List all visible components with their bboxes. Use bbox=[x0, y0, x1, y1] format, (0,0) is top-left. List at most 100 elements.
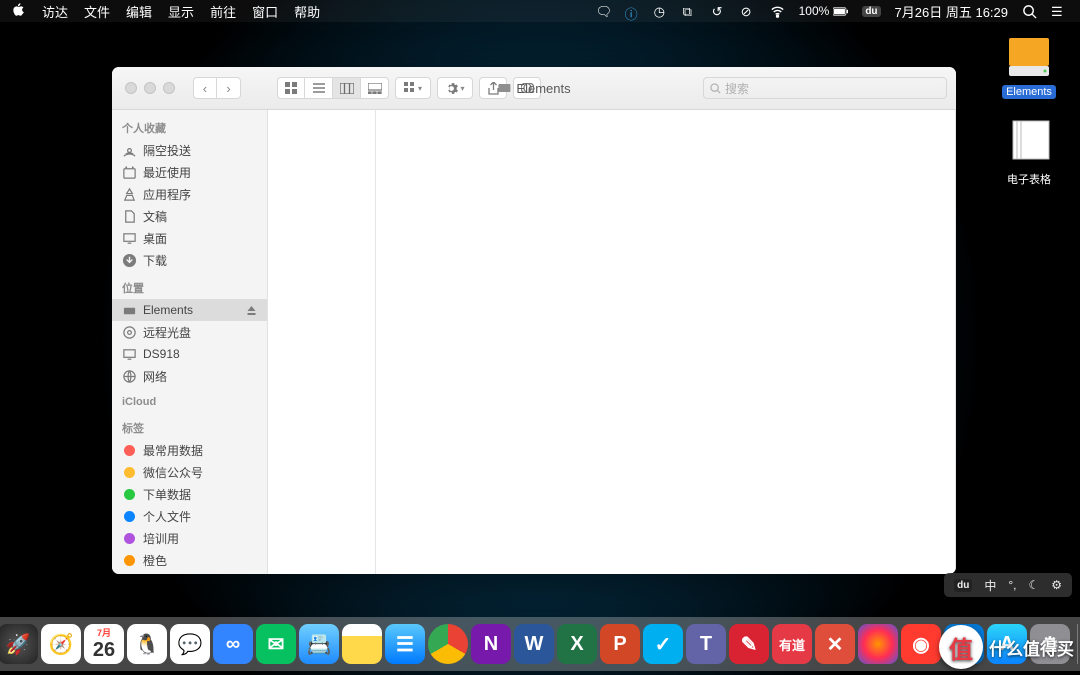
sidebar-documents[interactable]: 文稿 bbox=[112, 205, 267, 227]
eject-icon[interactable] bbox=[246, 305, 257, 316]
sidebar-remote-disc[interactable]: 远程光盘 bbox=[112, 321, 267, 343]
maximize-button[interactable] bbox=[163, 82, 175, 94]
menu-edit[interactable]: 编辑 bbox=[126, 2, 152, 21]
menu-help[interactable]: 帮助 bbox=[294, 2, 320, 21]
battery-indicator[interactable]: 100% bbox=[799, 4, 849, 19]
sidebar-tag-green[interactable]: 下单数据 bbox=[112, 483, 267, 505]
view-icon-button[interactable] bbox=[277, 77, 305, 99]
sidebar-header-favorites: 个人收藏 bbox=[112, 117, 267, 139]
dock-app1[interactable]: ✎ bbox=[729, 624, 769, 664]
dock-todo[interactable]: ✓ bbox=[643, 624, 683, 664]
info-icon[interactable]: ⓘ bbox=[625, 4, 640, 19]
view-gallery-button[interactable] bbox=[361, 77, 389, 99]
finder-titlebar: ‹ › ▾ ▾ Elements 搜索 bbox=[112, 67, 956, 110]
sidebar-network[interactable]: 网络 bbox=[112, 365, 267, 387]
search-field[interactable]: 搜索 bbox=[703, 77, 947, 99]
menu-file[interactable]: 文件 bbox=[84, 2, 110, 21]
wechat-status-icon[interactable]: 🗨 bbox=[596, 4, 611, 19]
sidebar-tag-blue[interactable]: 个人文件 bbox=[112, 505, 267, 527]
action-button[interactable]: ▾ bbox=[437, 77, 473, 99]
sidebar-recents[interactable]: 最近使用 bbox=[112, 161, 267, 183]
search-placeholder: 搜索 bbox=[725, 80, 749, 97]
watermark-badge: 值 bbox=[939, 625, 983, 669]
dock-xmind[interactable]: ✕ bbox=[815, 624, 855, 664]
dock-notes[interactable] bbox=[342, 624, 382, 664]
apple-menu-icon[interactable] bbox=[12, 3, 26, 20]
sidebar-tag-gray[interactable]: 灰色 bbox=[112, 571, 267, 574]
clock-icon[interactable]: ◷ bbox=[654, 4, 669, 19]
ime-lang[interactable]: 中 bbox=[984, 577, 996, 594]
datetime[interactable]: 7月26日 周五 16:29 bbox=[895, 2, 1008, 21]
nav-forward-button[interactable]: › bbox=[217, 77, 241, 99]
desktop-drive-label: Elements bbox=[1002, 85, 1056, 99]
sidebar-airdrop[interactable]: 隔空投送 bbox=[112, 139, 267, 161]
sidebar-header-icloud: iCloud bbox=[112, 393, 267, 411]
du-input-icon[interactable]: du bbox=[862, 6, 880, 17]
dock-onenote[interactable]: N bbox=[471, 624, 511, 664]
bluetooth-icon[interactable]: ⊘ bbox=[741, 4, 756, 19]
sidebar-header-locations: 位置 bbox=[112, 277, 267, 299]
timemachine-icon[interactable]: ↺ bbox=[712, 4, 727, 19]
close-button[interactable] bbox=[125, 82, 137, 94]
arrange-button[interactable]: ▾ bbox=[395, 77, 431, 99]
dock-photos[interactable] bbox=[858, 624, 898, 664]
dock-teams[interactable]: T bbox=[686, 624, 726, 664]
sidebar-ds918[interactable]: DS918 bbox=[112, 343, 267, 365]
traffic-lights bbox=[112, 82, 188, 94]
nav-back-button[interactable]: ‹ bbox=[193, 77, 217, 99]
dock-launchpad[interactable]: 🚀 bbox=[0, 624, 38, 664]
sidebar-header-tags: 标签 bbox=[112, 417, 267, 439]
watermark: 值 什么值得买 bbox=[939, 625, 1074, 669]
menu-view[interactable]: 显示 bbox=[168, 2, 194, 21]
view-column-button[interactable] bbox=[333, 77, 361, 99]
input-method-panel[interactable]: du 中 °, ☾ ⚙ bbox=[944, 573, 1072, 597]
dock-word[interactable]: W bbox=[514, 624, 554, 664]
menu-window[interactable]: 窗口 bbox=[252, 2, 278, 21]
search-icon bbox=[710, 83, 721, 94]
dock-separator bbox=[1077, 624, 1078, 664]
wifi-icon[interactable] bbox=[770, 4, 785, 19]
dock-netease[interactable]: ◉ bbox=[901, 624, 941, 664]
dock-baidu-disk[interactable]: ∞ bbox=[213, 624, 253, 664]
dock-chat[interactable]: 💬 bbox=[170, 624, 210, 664]
dock-contacts[interactable]: 📇 bbox=[299, 624, 339, 664]
sidebar-applications[interactable]: 应用程序 bbox=[112, 183, 267, 205]
menu-bar: 访达 文件 编辑 显示 前往 窗口 帮助 🗨 ⓘ ◷ ⧉ ↺ ⊘ 100% du… bbox=[0, 0, 1080, 22]
app-name[interactable]: 访达 bbox=[42, 2, 68, 21]
watermark-text: 什么值得买 bbox=[989, 635, 1074, 660]
dock-wechat[interactable]: ✉ bbox=[256, 624, 296, 664]
dock-excel[interactable]: X bbox=[557, 624, 597, 664]
finder-column-1 bbox=[268, 110, 376, 574]
menu-go[interactable]: 前往 bbox=[210, 2, 236, 21]
dock-chrome[interactable] bbox=[428, 624, 468, 664]
desktop-drive-elements[interactable]: Elements bbox=[994, 30, 1064, 98]
sidebar-tag-orange[interactable]: 橙色 bbox=[112, 549, 267, 571]
sidebar-tag-red[interactable]: 最常用数据 bbox=[112, 439, 267, 461]
dock-qq[interactable]: 🐧 bbox=[127, 624, 167, 664]
ime-punc-icon[interactable]: °, bbox=[1008, 578, 1016, 592]
drive-icon bbox=[497, 81, 511, 95]
finder-column-2 bbox=[376, 110, 956, 574]
sidebar-downloads[interactable]: 下载 bbox=[112, 249, 267, 271]
ime-moon-icon[interactable]: ☾ bbox=[1028, 578, 1039, 592]
dock-youdao[interactable]: 有道 bbox=[772, 624, 812, 664]
dock-calendar[interactable]: 7月26 bbox=[84, 624, 124, 664]
ime-gear-icon[interactable]: ⚙ bbox=[1051, 578, 1062, 592]
du-icon: du bbox=[954, 579, 972, 592]
finder-sidebar: 个人收藏 隔空投送 最近使用 应用程序 文稿 桌面 下载 位置 Elements… bbox=[112, 110, 268, 574]
dock-safari[interactable]: 🧭 bbox=[41, 624, 81, 664]
airplay-icon[interactable]: ⧉ bbox=[683, 4, 698, 19]
minimize-button[interactable] bbox=[144, 82, 156, 94]
spotlight-icon[interactable] bbox=[1022, 4, 1037, 19]
dock-reminders[interactable]: ☰ bbox=[385, 624, 425, 664]
finder-content-area[interactable] bbox=[268, 110, 956, 574]
dock-powerpoint[interactable]: P bbox=[600, 624, 640, 664]
sidebar-elements-drive[interactable]: Elements bbox=[112, 299, 267, 321]
desktop-doc-label: 电子表格 bbox=[1007, 174, 1051, 186]
sidebar-tag-yellow[interactable]: 微信公众号 bbox=[112, 461, 267, 483]
view-list-button[interactable] bbox=[305, 77, 333, 99]
sidebar-tag-purple[interactable]: 培训用 bbox=[112, 527, 267, 549]
sidebar-desktop[interactable]: 桌面 bbox=[112, 227, 267, 249]
notifications-icon[interactable]: ☰ bbox=[1051, 4, 1066, 19]
desktop-doc-spreadsheet[interactable]: 电子表格 bbox=[994, 115, 1064, 187]
